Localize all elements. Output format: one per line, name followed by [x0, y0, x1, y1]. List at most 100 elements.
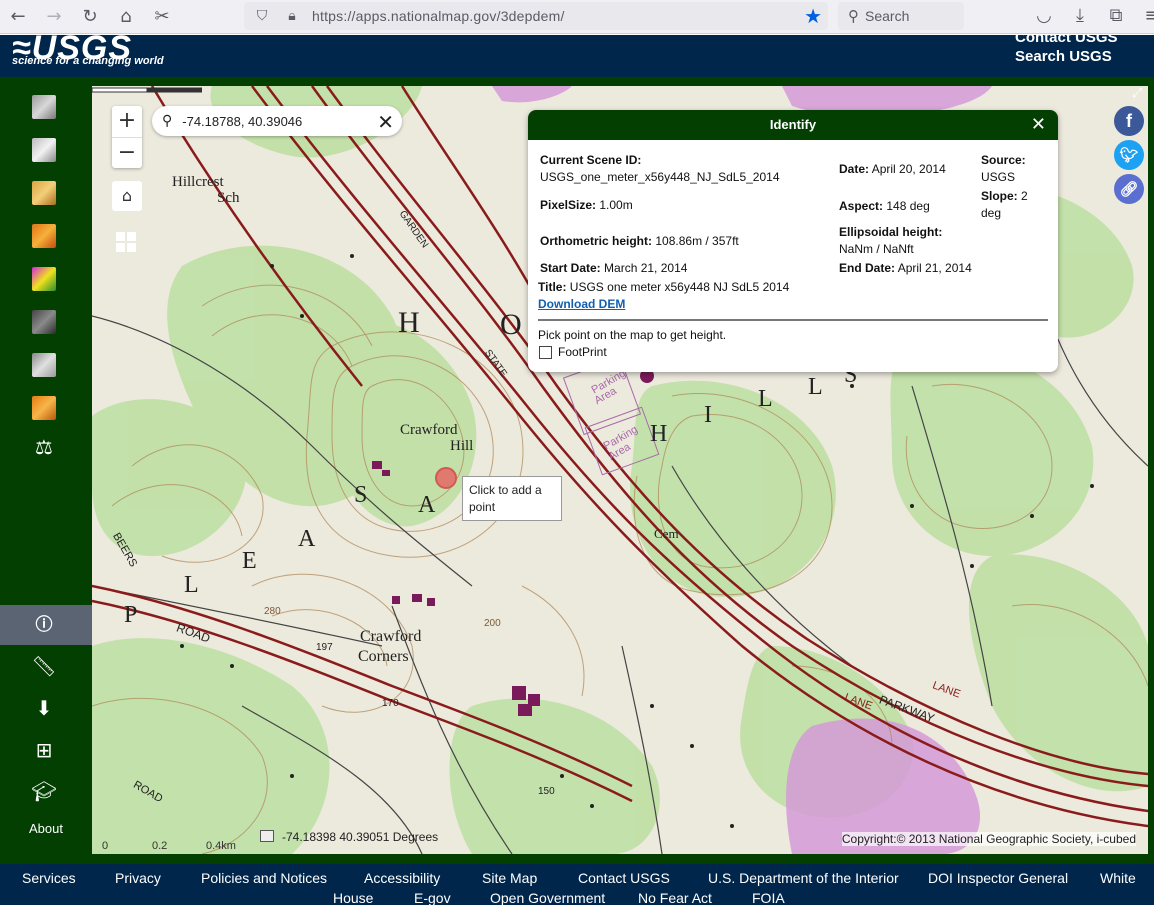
contact-usgs-link[interactable]: Contact USGS	[1015, 35, 1118, 46]
extensions-icon[interactable]: ⧉	[1098, 0, 1134, 30]
map-search-box[interactable]: ⚲ -74.18788, 40.39046 ✕	[152, 106, 402, 136]
coordinate-toggle-icon[interactable]	[260, 830, 274, 842]
browser-search[interactable]: ⚲ Search	[838, 2, 964, 30]
expand-icon[interactable]: ⤢	[1132, 86, 1146, 101]
dark-hillshade-layer-icon[interactable]	[32, 310, 56, 334]
graduation-cap-icon[interactable]: 🎓︎	[30, 777, 58, 805]
about-link[interactable]: About	[0, 821, 92, 836]
scale-label: 0.4km	[206, 840, 236, 852]
footer-link-no-fear-act[interactable]: No Fear Act	[638, 890, 712, 906]
slope-layer-icon[interactable]	[32, 224, 56, 248]
download-box-icon[interactable]: ⬇	[30, 694, 58, 722]
basemap-gallery-icon[interactable]	[116, 232, 138, 254]
aspect-layer-icon[interactable]	[32, 181, 56, 205]
usgs-header: ≈USGS science for a changing world Conta…	[0, 35, 1154, 77]
aspect-field: Aspect: 148 deg	[839, 199, 930, 213]
url-bar[interactable]: ⛉ 🔒︎ https://apps.nationalmap.gov/3depde…	[244, 2, 828, 30]
zoom-in-button[interactable]: +	[112, 106, 142, 137]
home-icon[interactable]: ⌂	[108, 2, 144, 32]
link-share-icon[interactable]: 🔗︎	[1114, 174, 1144, 204]
pocket-icon[interactable]: ◡	[1026, 0, 1062, 30]
url-text[interactable]: https://apps.nationalmap.gov/3depdem/	[312, 8, 565, 24]
ellipsoidal-height-value: NaNm / NaNft	[839, 242, 914, 256]
map-label: E	[242, 548, 257, 574]
map-label: I	[704, 402, 712, 428]
footer-link-egov[interactable]: E-gov	[414, 890, 451, 906]
bookmark-star-icon[interactable]: ★	[804, 4, 822, 28]
twitter-share-icon[interactable]: 🐦︎	[1114, 140, 1144, 170]
shield-icon[interactable]: ⛉	[250, 8, 274, 24]
contour-layer-icon[interactable]	[32, 353, 56, 377]
facebook-share-icon[interactable]: f	[1114, 106, 1144, 136]
footer-link-white-house-cont[interactable]: House	[333, 890, 373, 906]
footer-link-privacy[interactable]: Privacy	[115, 870, 161, 886]
site-footer: Services Privacy Policies and Notices Ac…	[0, 864, 1154, 906]
footer-link-white-house[interactable]: White	[1100, 870, 1136, 886]
map-label: P	[124, 602, 138, 628]
map-label: A	[298, 526, 316, 552]
left-toolbar: ⚖ ⓘ 📏︎ ⬇ ⊞ 🎓︎ About	[0, 77, 92, 864]
search-usgs-link[interactable]: Search USGS	[1015, 48, 1112, 65]
back-icon[interactable]: ←	[0, 2, 36, 32]
divider	[538, 319, 1048, 321]
date-field: Date: April 20, 2014	[839, 162, 946, 176]
orthometric-height-field: Orthometric height: 108.86m / 357ft	[540, 234, 739, 248]
topographic-map[interactable]: Hillcrest Sch H O Crawford Hill Parking …	[92, 86, 1148, 854]
map-frame-bottom	[92, 854, 1154, 864]
map-frame-right	[1148, 77, 1154, 864]
info-icon[interactable]: ⓘ	[30, 611, 58, 639]
footer-link-open-government[interactable]: Open Government	[490, 890, 605, 906]
footer-link-site-map[interactable]: Site Map	[482, 870, 537, 886]
map-point-marker[interactable]	[435, 467, 457, 489]
search-icon[interactable]: ⚲	[162, 113, 172, 129]
elevation-tint-layer-icon[interactable]	[32, 396, 56, 420]
download-icon[interactable]: ⤓	[1062, 0, 1098, 30]
map-label: H	[398, 306, 420, 339]
hillshade-layer-icon[interactable]	[32, 95, 56, 119]
footer-link-inspector-general[interactable]: DOI Inspector General	[928, 870, 1068, 886]
pixelsize-field: PixelSize: 1.00m	[540, 198, 633, 212]
forward-icon[interactable]: →	[36, 2, 72, 32]
map-search-input[interactable]: -74.18788, 40.39046	[182, 114, 302, 129]
map-label: H	[650, 421, 668, 447]
identify-header: Identify ✕	[528, 110, 1058, 140]
clear-search-icon[interactable]: ✕	[377, 110, 394, 134]
zoom-control: + −	[112, 106, 142, 168]
footer-link-foia[interactable]: FOIA	[752, 890, 785, 906]
map-label: A	[418, 492, 436, 518]
map-label: 200	[484, 618, 501, 629]
bookmark-add-icon[interactable]: ⊞	[30, 736, 58, 764]
reload-icon[interactable]: ↻	[72, 2, 108, 32]
map-label: Sch	[217, 190, 240, 206]
footer-link-accessibility[interactable]: Accessibility	[364, 870, 440, 886]
footer-link-policies[interactable]: Policies and Notices	[201, 870, 327, 886]
footer-link-contact[interactable]: Contact USGS	[578, 870, 670, 886]
scale-label: 0	[102, 840, 109, 852]
scale-bar	[92, 87, 202, 93]
screenshot-icon[interactable]: ✂	[144, 2, 180, 32]
map-label: Cem	[654, 526, 679, 541]
download-dem-link[interactable]: Download DEM	[538, 297, 625, 311]
lock-icon[interactable]: 🔒︎	[280, 8, 304, 24]
map-label: Hill	[450, 438, 474, 454]
close-icon[interactable]: ✕	[1031, 110, 1046, 140]
footer-link-services[interactable]: Services	[22, 870, 76, 886]
coordinate-readout: -74.18398 40.39051 Degrees	[282, 830, 439, 844]
measure-ruler-icon[interactable]: 📏︎	[30, 652, 58, 680]
hillshade-multi-layer-icon[interactable]	[32, 138, 56, 162]
footprint-label[interactable]: FootPrint	[558, 344, 607, 361]
map-label: L	[808, 374, 823, 400]
zoom-out-button[interactable]: −	[112, 137, 142, 168]
map-label: 280	[264, 606, 281, 617]
identify-panel: Identify ✕ Current Scene ID: USGS_one_me…	[528, 110, 1058, 372]
menu-icon[interactable]: ≡	[1134, 0, 1154, 30]
ellipsoidal-height-field: Ellipsoidal height:	[839, 225, 943, 239]
footer-link-doi[interactable]: U.S. Department of the Interior	[708, 870, 899, 886]
start-date-field: Start Date: March 21, 2014	[540, 261, 688, 275]
scale-balance-icon[interactable]: ⚖	[30, 433, 58, 461]
footprint-checkbox[interactable]	[539, 346, 552, 359]
tinted-layer-icon[interactable]	[32, 267, 56, 291]
map-label: O	[500, 308, 522, 341]
usgs-tagline: science for a changing world	[12, 55, 164, 67]
home-extent-button[interactable]: ⌂	[112, 181, 142, 211]
